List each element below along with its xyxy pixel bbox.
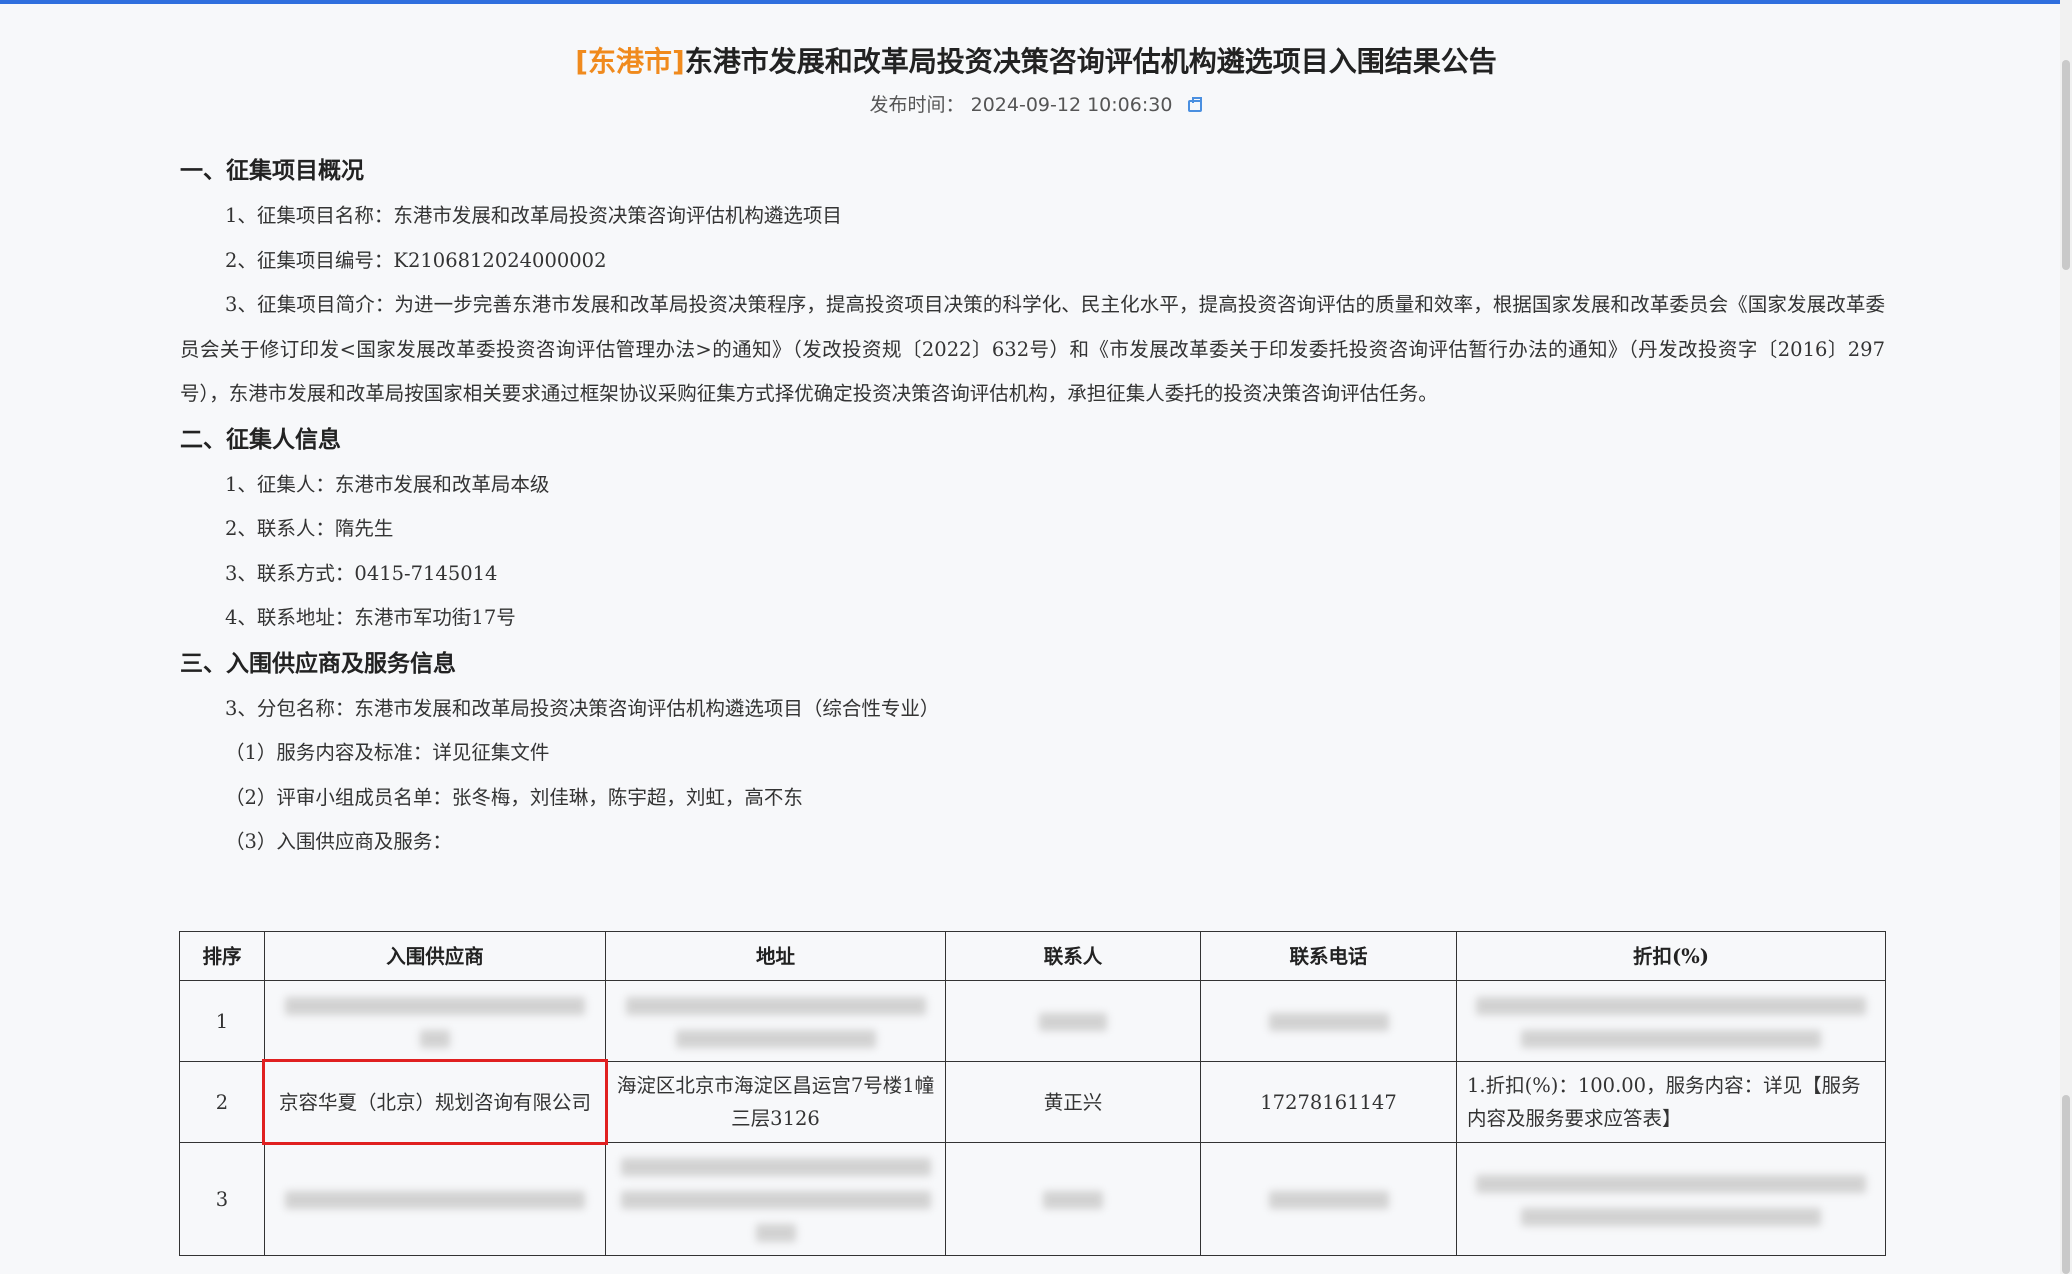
- col-header-contact: 联系人: [945, 931, 1201, 981]
- cell-address: 海淀区北京市海淀区昌运宫7号楼1幢三层3126: [605, 1061, 946, 1143]
- scrollbar-thumb-lower[interactable]: [2062, 1095, 2070, 1274]
- cell-supplier-highlighted: 京容华夏（北京）规划咨询有限公司: [262, 1059, 608, 1145]
- col-header-rank: 排序: [179, 931, 265, 981]
- supplier-name: 京容华夏（北京）规划咨询有限公司: [278, 1090, 591, 1114]
- publish-meta: 发布时间： 2024-09-12 10:06:30: [0, 90, 2072, 117]
- city-tag: [东港市]: [575, 45, 685, 78]
- package-name: 3、分包名称：东港市发展和改革局投资决策咨询评估机构遴选项目（综合性专业）: [225, 696, 940, 720]
- col-header-supplier: 入围供应商: [264, 931, 606, 981]
- cell-contact: 黄正兴: [945, 1061, 1201, 1143]
- supplier-list-label: （3）入围供应商及服务：: [225, 830, 452, 853]
- publish-time: 2024-09-12 10:06:30: [970, 94, 1173, 116]
- print-icon[interactable]: [1188, 97, 1203, 112]
- review-panel: （2）评审小组成员名单：张冬梅，刘佳琳，陈宇超，刘虹，高不东: [225, 785, 803, 809]
- project-summary: 3、征集项目简介：为进一步完善东港市发展和改革局投资决策程序，提高投资项目决策的…: [180, 293, 1885, 405]
- cell-rank: 2: [179, 1061, 265, 1143]
- col-header-address: 地址: [605, 931, 946, 981]
- collector-name: 1、征集人：东港市发展和改革局本级: [225, 472, 550, 496]
- project-number: 2、征集项目编号：K2106812024000002: [225, 248, 607, 272]
- publish-label: 发布时间：: [869, 94, 965, 116]
- section-heading-collector: 二、征集人信息: [180, 425, 341, 453]
- cell-phone-redacted: [1200, 1142, 1457, 1256]
- cell-phone: 17278161147: [1200, 1061, 1457, 1143]
- cell-contact-redacted: [945, 1142, 1201, 1256]
- cell-discount-redacted: [1456, 1142, 1886, 1256]
- title-text: 东港市发展和改革局投资决策咨询评估机构遴选项目入围结果公告: [684, 45, 1497, 78]
- supplier-table: 排序 入围供应商 地址 联系人 联系电话 折扣(%) 1 2 京容华夏（北京）规…: [179, 931, 1886, 1256]
- col-header-discount: 折扣(%): [1456, 931, 1886, 981]
- cell-rank: 1: [179, 980, 265, 1062]
- page-title: [东港市]东港市发展和改革局投资决策咨询评估机构遴选项目入围结果公告: [0, 40, 2072, 80]
- project-name: 1、征集项目名称：东港市发展和改革局投资决策咨询评估机构遴选项目: [225, 204, 842, 227]
- cell-address-redacted: [605, 1142, 946, 1256]
- table-header-row: 排序 入围供应商 地址 联系人 联系电话 折扣(%): [179, 931, 1886, 981]
- table-row: 3: [179, 1142, 1886, 1256]
- cell-address-redacted: [605, 980, 946, 1062]
- table-row: 1: [179, 980, 1886, 1062]
- cell-supplier-redacted: [264, 980, 606, 1062]
- scrollbar[interactable]: [2060, 0, 2072, 1274]
- cell-discount-redacted: [1456, 980, 1886, 1062]
- collector-phone: 3、联系方式：0415-7145014: [225, 561, 498, 585]
- section-heading-overview: 一、征集项目概况: [180, 157, 364, 184]
- announcement-body: 一、征集项目概况 1、征集项目名称：东港市发展和改革局投资决策咨询评估机构遴选项…: [180, 148, 1885, 865]
- cell-phone-redacted: [1200, 980, 1457, 1062]
- col-header-phone: 联系电话: [1200, 931, 1457, 981]
- cell-contact-redacted: [945, 980, 1201, 1062]
- table-row: 2 京容华夏（北京）规划咨询有限公司 海淀区北京市海淀区昌运宫7号楼1幢三层31…: [179, 1059, 1886, 1145]
- section-heading-suppliers: 三、入围供应商及服务信息: [180, 649, 456, 677]
- cell-discount: 1.折扣(%)：100.00，服务内容：详见【服务内容及服务要求应答表】: [1456, 1061, 1886, 1143]
- collector-address: 4、联系地址：东港市军功街17号: [225, 606, 516, 629]
- cell-rank: 3: [179, 1142, 265, 1256]
- top-accent-bar: [0, 0, 2072, 4]
- cell-supplier-redacted: [264, 1142, 606, 1256]
- collector-contact-person: 2、联系人：隋先生: [225, 517, 394, 540]
- service-standard: （1）服务内容及标准：详见征集文件: [225, 741, 550, 764]
